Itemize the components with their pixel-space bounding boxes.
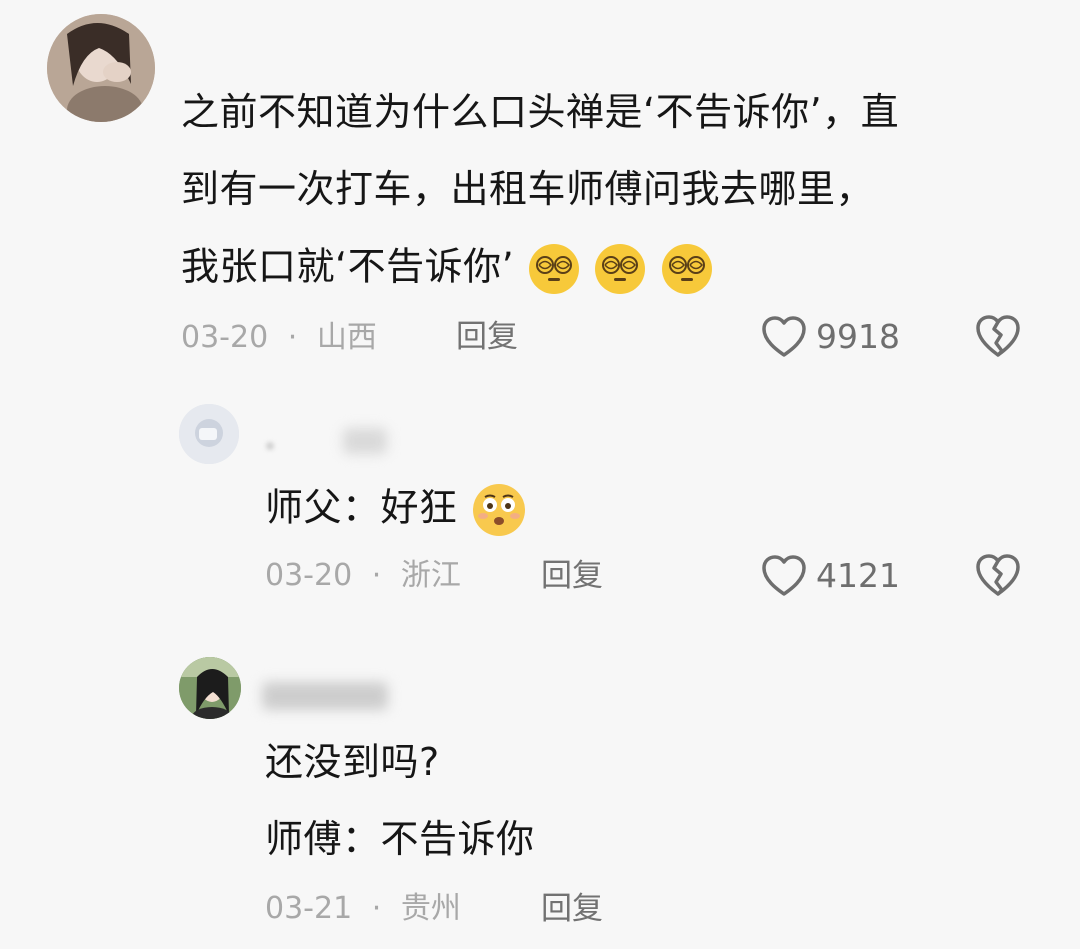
meta-separator: · — [371, 558, 382, 593]
pleading-face-icon — [470, 481, 528, 539]
avatar[interactable] — [179, 404, 239, 464]
comment-text-line: 我张口就‘不告诉你’ — [181, 242, 714, 296]
comment-date: 03-21 — [265, 891, 353, 926]
comment-text-line: 到有一次打车，出租车师傅问我去哪里， — [181, 167, 875, 211]
comment-text-line-content: 师父：好狂 — [265, 485, 458, 530]
comment-date: 03-20 — [181, 320, 269, 355]
like-button[interactable]: 9918 — [760, 315, 900, 359]
heart-outline-icon — [762, 316, 806, 357]
like-button[interactable]: 4121 — [760, 554, 900, 598]
comment-location: 贵州 — [400, 891, 461, 926]
like-count: 9918 — [816, 317, 900, 356]
reply-button[interactable]: 回复 — [456, 317, 518, 357]
meta-separator: · — [287, 320, 298, 355]
username-mark — [266, 442, 274, 450]
comment-text-line-content: 我张口就‘不告诉你’ — [181, 244, 515, 289]
dizzy-face-icon — [527, 242, 581, 296]
username-blurred[interactable] — [343, 428, 387, 454]
avatar[interactable] — [179, 657, 241, 719]
comment-text-line: 之前不知道为什么口头禅是‘不告诉你’，直 — [181, 90, 900, 134]
reply-button[interactable]: 回复 — [541, 556, 603, 596]
comment-meta: 03-20 · 山西 — [181, 318, 377, 358]
comment-location: 浙江 — [400, 558, 461, 593]
broken-heart-icon — [976, 554, 1020, 596]
comment-text-line: 师父：好狂 — [265, 481, 528, 539]
avatar[interactable] — [47, 14, 155, 122]
comment-text-line: 还没到吗? — [265, 740, 440, 784]
meta-separator: · — [371, 891, 382, 926]
reply-button[interactable]: 回复 — [541, 889, 603, 929]
comment-1: 之前不知道为什么口头禅是‘不告诉你’，直 到有一次打车，出租车师傅问我去哪里， … — [0, 0, 1080, 380]
username-blurred[interactable] — [262, 682, 388, 710]
dizzy-face-icon — [660, 242, 714, 296]
like-count: 4121 — [816, 556, 900, 595]
comment-meta: 03-21 · 贵州 — [265, 889, 461, 929]
comment-location: 山西 — [316, 320, 377, 355]
dislike-button[interactable] — [974, 552, 1022, 604]
comment-meta: 03-20 · 浙江 — [265, 556, 461, 596]
broken-heart-icon — [976, 315, 1020, 357]
comment-2: 师父：好狂 03-20 · 浙江 回复 4121 — [0, 380, 1080, 610]
dizzy-face-icon — [593, 242, 647, 296]
comment-text-line: 师傅：不告诉你 — [265, 817, 535, 861]
comment-date: 03-20 — [265, 558, 353, 593]
heart-outline-icon — [762, 555, 806, 596]
dislike-button[interactable] — [974, 313, 1022, 365]
comment-3: 还没到吗? 师傅：不告诉你 03-21 · 贵州 回复 — [0, 640, 1080, 949]
